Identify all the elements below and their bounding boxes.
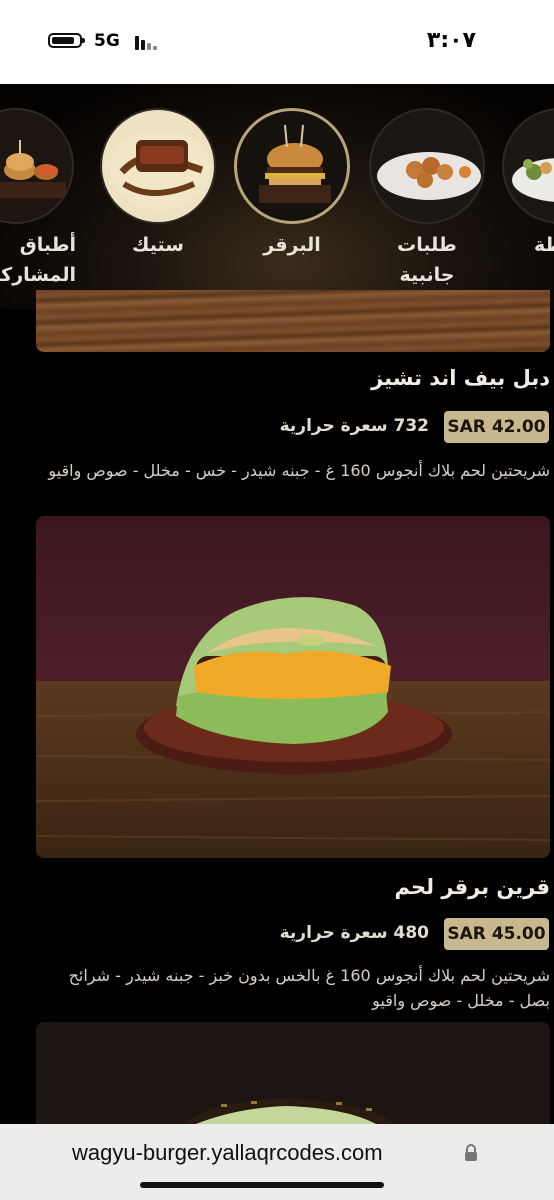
steak-icon <box>100 108 216 224</box>
lock-icon <box>465 1144 477 1161</box>
browser-url-bar[interactable]: wagyu-burger.yallaqrcodes.com <box>0 1124 554 1200</box>
item-description: شريحتين لحم بلاك أنجوس 160 غ بالخس بدون … <box>68 966 550 1010</box>
status-bar: 5G ٣:٠٧ <box>0 0 554 84</box>
salad-icon <box>502 108 554 224</box>
category-salad[interactable]: طة <box>500 108 554 260</box>
category-carousel[interactable]: أطباق المشاركة ستيك <box>0 84 554 309</box>
item-photo[interactable] <box>36 1022 550 1124</box>
category-steak[interactable]: ستيك <box>98 108 218 260</box>
sharing-platter-icon <box>0 108 74 224</box>
signal-icon <box>135 36 159 50</box>
item-description: شريحتين لحم بلاك أنجوس 160 غ - جبنه شيدر… <box>48 461 550 480</box>
url-text[interactable]: wagyu-burger.yallaqrcodes.com <box>72 1140 383 1166</box>
category-label: البرقر <box>263 234 321 256</box>
network-indicator: 5G <box>94 31 120 51</box>
category-label: طلبات جانبية <box>397 234 457 286</box>
side-order-icon <box>369 108 485 224</box>
category-sharing[interactable]: أطباق المشاركة <box>0 108 76 290</box>
category-label: طة <box>534 234 554 256</box>
category-burger[interactable]: البرقر <box>232 108 352 260</box>
calories-label: 480 سعرة حرارية <box>279 923 429 943</box>
item-title: دبل بيف اند تشيز <box>371 366 550 390</box>
home-indicator[interactable] <box>140 1182 384 1188</box>
item-title: قرين برقر لحم <box>394 875 550 899</box>
price-badge: SAR 42.00 <box>444 411 549 443</box>
category-banner-image <box>36 290 550 352</box>
item-photo[interactable] <box>36 516 550 858</box>
calories-label: 732 سعرة حرارية <box>279 416 429 436</box>
clock: ٣:٠٧ <box>426 28 476 53</box>
category-sides[interactable]: طلبات جانبية <box>367 108 487 290</box>
price-badge: SAR 45.00 <box>444 918 549 950</box>
battery-icon <box>48 33 85 48</box>
category-label: ستيك <box>132 234 184 256</box>
category-label: أطباق المشاركة <box>0 234 76 286</box>
burger-icon <box>234 108 350 224</box>
